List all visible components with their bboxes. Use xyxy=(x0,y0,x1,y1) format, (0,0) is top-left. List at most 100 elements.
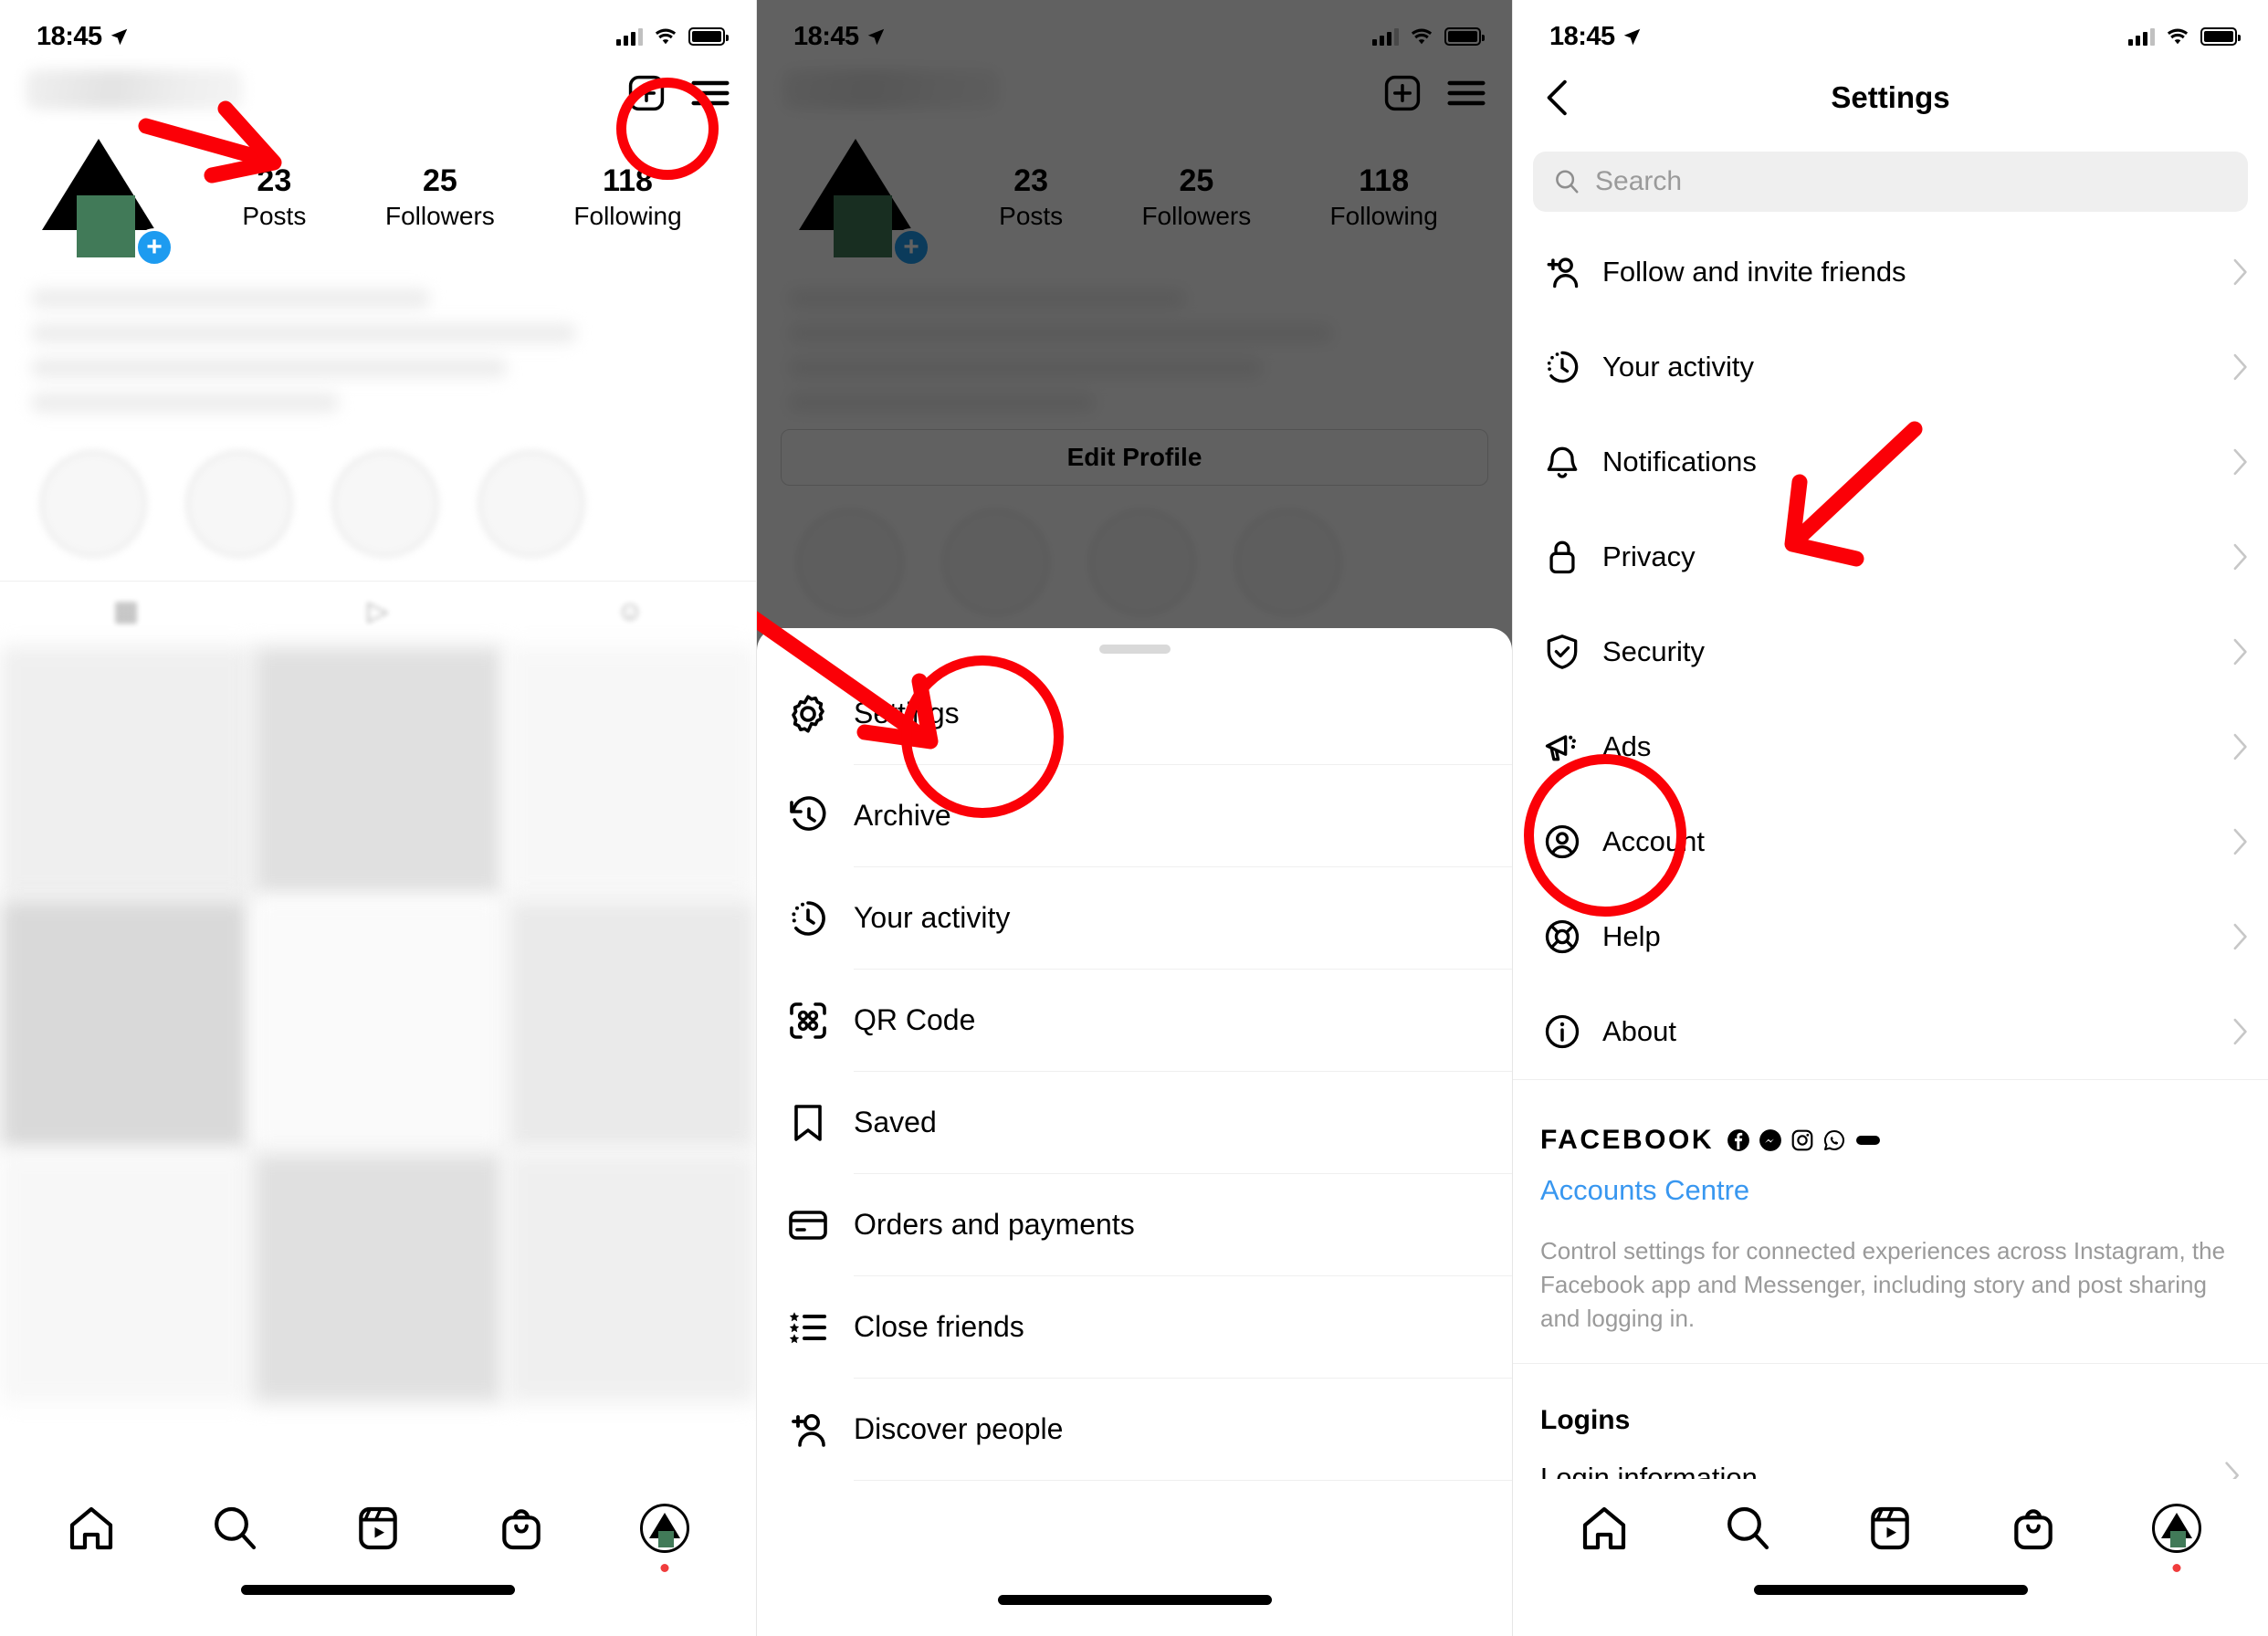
stat-following-label: Following xyxy=(573,201,682,230)
privacy-label: Privacy xyxy=(1602,540,1696,572)
nav-reels-button[interactable] xyxy=(346,1496,410,1560)
about-item[interactable]: About xyxy=(1513,984,2268,1079)
settings-menu-label: Settings xyxy=(854,663,1512,765)
activity-clock-icon xyxy=(786,897,854,940)
security-item[interactable]: Security xyxy=(1513,604,2268,699)
post-thumb[interactable] xyxy=(506,1152,756,1403)
chevron-right-icon xyxy=(2231,827,2268,856)
status-bar: 18:45 xyxy=(0,0,756,57)
new-post-icon xyxy=(628,75,665,111)
saved-menu-label: Saved xyxy=(854,1072,1512,1174)
star-list-icon xyxy=(786,1306,854,1349)
orders-payments-menu-item[interactable]: Orders and payments xyxy=(757,1174,1512,1276)
notifications-label: Notifications xyxy=(1602,446,1757,477)
nav-home-button[interactable] xyxy=(1572,1496,1636,1560)
lock-icon xyxy=(1542,537,1602,577)
gear-icon xyxy=(786,692,854,736)
qr-code-menu-item[interactable]: QR Code xyxy=(757,970,1512,1072)
profile-avatar-icon xyxy=(2151,1504,2201,1553)
ads-item[interactable]: Ads xyxy=(1513,699,2268,794)
profile-avatar[interactable]: + xyxy=(35,130,173,267)
tab-tagged[interactable]: ☺ xyxy=(504,596,756,627)
facebook-brand-icons xyxy=(1727,1128,1882,1152)
stat-followers[interactable]: 25 Followers xyxy=(385,163,495,230)
profile-summary-row: + 23 Posts 25 Followers 118 Following xyxy=(0,113,756,267)
post-thumb[interactable] xyxy=(0,1152,250,1403)
saved-menu-item[interactable]: Saved xyxy=(757,1072,1512,1174)
settings-nav-bar: Settings xyxy=(1513,57,2268,139)
post-thumb[interactable] xyxy=(0,899,250,1149)
post-thumb[interactable] xyxy=(253,646,503,897)
settings-menu-item[interactable]: Settings xyxy=(757,663,1512,765)
post-thumb[interactable] xyxy=(253,899,503,1149)
home-icon xyxy=(1583,1506,1626,1550)
nav-search-button[interactable] xyxy=(1716,1496,1780,1560)
your-activity-menu-item[interactable]: Your activity xyxy=(757,867,1512,970)
cellular-bars-icon xyxy=(2128,27,2155,46)
nav-shop-button[interactable] xyxy=(489,1496,553,1560)
your-activity-item[interactable]: Your activity xyxy=(1513,320,2268,414)
privacy-item[interactable]: Privacy xyxy=(1513,509,2268,604)
post-thumb[interactable] xyxy=(253,1152,503,1403)
tab-reels[interactable]: ▷ xyxy=(252,595,504,627)
stat-posts-value: 23 xyxy=(257,163,292,199)
follow-invite-friends-item[interactable]: Follow and invite friends xyxy=(1513,225,2268,320)
search-icon xyxy=(1556,170,1579,194)
search-input[interactable]: Search xyxy=(1533,152,2248,212)
discover-people-menu-item[interactable]: Discover people xyxy=(757,1379,1512,1481)
story-highlights-blurred xyxy=(0,427,756,557)
panel-settings: 18:45 Settings Search Follow and invite … xyxy=(1512,0,2268,1636)
qr-code-icon xyxy=(786,999,854,1043)
post-thumb[interactable] xyxy=(506,646,756,897)
archive-menu-item[interactable]: Archive xyxy=(757,765,1512,867)
your-activity-label: Your activity xyxy=(1602,351,1754,383)
status-indicators xyxy=(616,26,729,47)
nav-reels-button[interactable] xyxy=(1858,1496,1922,1560)
follow-invite-friends-label: Follow and invite friends xyxy=(1602,256,1906,288)
sheet-grabber[interactable] xyxy=(1098,645,1171,654)
facebook-section-description: Control settings for connected experienc… xyxy=(1540,1237,2226,1332)
accounts-centre-link[interactable]: Accounts Centre xyxy=(1513,1156,2268,1207)
profile-bio-blurred xyxy=(31,288,730,413)
bottom-nav-bar xyxy=(0,1479,756,1636)
profile-top-bar xyxy=(0,57,756,113)
status-time-group: 18:45 xyxy=(1549,22,1642,52)
facebook-icon xyxy=(1727,1129,1749,1151)
tab-grid[interactable]: ▦ xyxy=(0,595,252,627)
status-time: 18:45 xyxy=(1549,21,1615,51)
close-friends-menu-item[interactable]: Close friends xyxy=(757,1276,1512,1379)
messenger-icon xyxy=(1759,1129,1781,1151)
nav-profile-button[interactable] xyxy=(2145,1496,2209,1572)
location-arrow-icon xyxy=(110,28,127,45)
new-post-button[interactable] xyxy=(626,73,667,113)
security-label: Security xyxy=(1602,635,1705,667)
archive-clock-icon xyxy=(786,794,854,838)
help-label: Help xyxy=(1602,920,1661,952)
notifications-item[interactable]: Notifications xyxy=(1513,414,2268,509)
home-indicator xyxy=(241,1585,515,1595)
help-item[interactable]: Help xyxy=(1513,889,2268,984)
post-thumb[interactable] xyxy=(0,646,250,897)
stat-followers-value: 25 xyxy=(422,163,457,199)
archive-menu-label: Archive xyxy=(854,765,1512,867)
account-settings-item[interactable]: Account xyxy=(1513,794,2268,889)
whatsapp-icon xyxy=(1823,1130,1845,1150)
add-story-button[interactable]: + xyxy=(135,228,173,267)
settings-list: Follow and invite friends Your activity … xyxy=(1513,225,2268,1079)
nav-shop-button[interactable] xyxy=(2001,1496,2065,1560)
stat-following[interactable]: 118 Following xyxy=(573,163,681,230)
battery-icon xyxy=(688,27,729,46)
account-circle-icon xyxy=(1542,822,1602,862)
post-thumb[interactable] xyxy=(506,899,756,1149)
home-indicator xyxy=(997,1595,1272,1605)
nav-profile-button[interactable] xyxy=(633,1496,697,1572)
cellular-bars-icon xyxy=(616,27,643,46)
side-menu-list: Settings Archive Your activity QR Code S… xyxy=(757,663,1512,1481)
shield-check-icon xyxy=(1542,632,1602,672)
reels-icon xyxy=(359,1506,397,1550)
notification-dot xyxy=(660,1564,669,1572)
hamburger-menu-button[interactable] xyxy=(690,73,730,113)
nav-search-button[interactable] xyxy=(203,1496,267,1560)
nav-home-button[interactable] xyxy=(59,1496,123,1560)
stat-posts[interactable]: 23 Posts xyxy=(242,163,306,230)
